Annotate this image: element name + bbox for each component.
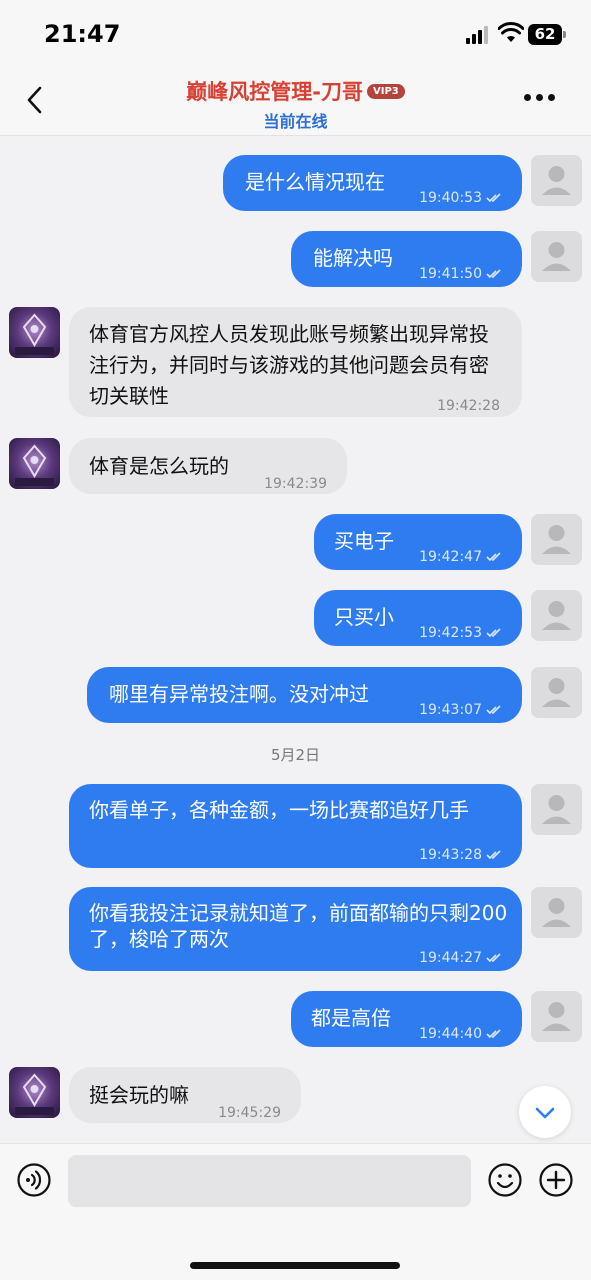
- chat-title[interactable]: 巅峰风控管理-刀哥: [186, 76, 363, 106]
- home-indicator: [190, 1262, 400, 1269]
- date-separator: 5月2日: [270, 746, 321, 764]
- vip-badge: VIP3: [366, 83, 405, 99]
- battery-cap: [563, 31, 566, 38]
- double-check-icon: [486, 1029, 501, 1039]
- double-check-icon: [486, 628, 501, 638]
- my-avatar[interactable]: [531, 231, 582, 282]
- double-check-icon: [486, 552, 501, 562]
- my-avatar[interactable]: [531, 514, 582, 565]
- message-text: 能解决吗: [313, 246, 393, 270]
- double-check-icon: [486, 269, 501, 279]
- message-text: 你看单子，各种金额，一场比赛都追好几手: [89, 798, 469, 822]
- my-avatar[interactable]: [531, 667, 582, 718]
- message-text: 哪里有异常投注啊。没对冲过: [109, 682, 369, 706]
- message-bubble-outgoing[interactable]: 是什么情况现在 19:40:53: [223, 155, 522, 211]
- plus-button[interactable]: [538, 1162, 574, 1198]
- contact-avatar[interactable]: [9, 1067, 60, 1118]
- double-check-icon: [486, 953, 501, 963]
- scroll-to-bottom-button[interactable]: [519, 1086, 571, 1138]
- wifi-icon: [498, 22, 524, 42]
- emoji-button[interactable]: [487, 1162, 523, 1198]
- status-time: 21:47: [44, 20, 121, 48]
- message-bubble-outgoing[interactable]: 都是高倍 19:44:40: [291, 991, 522, 1047]
- double-check-icon: [486, 705, 501, 715]
- message-input[interactable]: [68, 1155, 471, 1207]
- message-bubble-outgoing[interactable]: 能解决吗 19:41:50: [291, 231, 522, 287]
- contact-avatar[interactable]: [9, 438, 60, 489]
- message-bubble-outgoing[interactable]: 你看单子，各种金额，一场比赛都追好几手 19:43:28: [69, 784, 522, 868]
- message-text: 体育是怎么玩的: [89, 454, 229, 478]
- more-options-button[interactable]: [522, 94, 558, 104]
- double-check-icon: [486, 193, 501, 203]
- online-status: 当前在线: [263, 112, 328, 131]
- message-text: 只买小: [334, 605, 394, 629]
- message-time: 19:45:29: [218, 1105, 281, 1121]
- message-time: 19:41:50: [419, 261, 502, 287]
- composer-bar: [0, 1143, 591, 1280]
- cellular-signal-icon: [466, 26, 492, 44]
- message-time: 19:40:53: [419, 185, 502, 211]
- message-bubble-outgoing[interactable]: 你看我投注记录就知道了，前面都输的只剩200了，梭哈了两次 19:44:27: [69, 887, 522, 971]
- my-avatar[interactable]: [531, 784, 582, 835]
- message-bubble-outgoing[interactable]: 只买小 19:42:53: [314, 590, 522, 646]
- contact-avatar[interactable]: [9, 307, 60, 358]
- message-bubble-outgoing[interactable]: 哪里有异常投注啊。没对冲过 19:43:07: [87, 667, 522, 723]
- battery-indicator: 62: [528, 24, 562, 45]
- my-avatar[interactable]: [531, 155, 582, 206]
- message-list[interactable]: 是什么情况现在 19:40:53 能解决吗 19:41:50 体育官方风控人员发…: [0, 137, 591, 1143]
- chat-header: 巅峰风控管理-刀哥 VIP3 当前在线: [0, 66, 591, 136]
- my-avatar[interactable]: [531, 590, 582, 641]
- message-bubble-outgoing[interactable]: 买电子 19:42:47: [314, 514, 522, 570]
- my-avatar[interactable]: [531, 887, 582, 938]
- message-time: 19:44:40: [419, 1021, 502, 1047]
- message-time: 19:42:28: [437, 398, 500, 414]
- double-check-icon: [486, 850, 501, 860]
- message-bubble-incoming[interactable]: 挺会玩的嘛 19:45:29: [69, 1067, 301, 1123]
- voice-input-button[interactable]: [16, 1162, 52, 1198]
- chevron-down-icon: [535, 1107, 555, 1119]
- message-time: 19:44:27: [419, 945, 502, 971]
- message-time: 19:43:07: [419, 697, 502, 723]
- message-time: 19:42:47: [419, 544, 502, 570]
- message-time: 19:42:53: [419, 620, 502, 646]
- my-avatar[interactable]: [531, 991, 582, 1042]
- message-time: 19:42:39: [264, 476, 327, 492]
- status-bar: 21:47 62: [0, 0, 591, 66]
- message-bubble-incoming[interactable]: 体育是怎么玩的 19:42:39: [69, 438, 347, 494]
- message-bubble-incoming[interactable]: 体育官方风控人员发现此账号频繁出现异常投注行为，并同时与该游戏的其他问题会员有密…: [69, 307, 522, 417]
- message-text: 挺会玩的嘛: [89, 1083, 189, 1107]
- message-time: 19:43:28: [419, 842, 502, 868]
- message-text: 都是高倍: [311, 1006, 391, 1030]
- message-text: 是什么情况现在: [245, 170, 385, 194]
- title-wrap: 巅峰风控管理-刀哥 VIP3: [0, 76, 591, 106]
- message-text: 买电子: [334, 529, 394, 553]
